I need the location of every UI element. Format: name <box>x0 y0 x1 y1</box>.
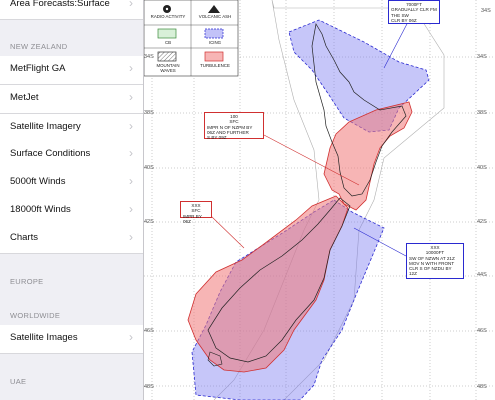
latitude-label: 42S <box>477 219 487 225</box>
sidebar: Area Forecasts:Surface › NEW ZEALAND Met… <box>0 0 144 400</box>
west-turbulence-annotation[interactable]: XXX SFC IMPR BY 06Z <box>180 201 212 224</box>
chevron-right-icon: › <box>129 146 133 160</box>
latitude-label: 38S <box>144 110 154 116</box>
section-header-new-zealand: NEW ZEALAND <box>10 42 68 51</box>
mountain-waves-icon <box>157 51 177 62</box>
sidebar-item-label: Satellite Images <box>10 332 78 343</box>
east-icing-annotation[interactable]: XXX 10000FT SW OF NZWN AT 21Z MOV N WITH… <box>406 243 464 279</box>
sidebar-item-surface-conditions[interactable]: Surface Conditions › <box>0 141 143 170</box>
legend-label-radio-activity-text: RADIO ACTIVITY <box>150 14 186 19</box>
sig-weather-chart[interactable]: RADIO ACTIVITY VOLCANIC ASH CB ICING MOU… <box>144 0 495 400</box>
chevron-right-icon: › <box>129 174 133 188</box>
latitude-label: 38S <box>477 110 487 116</box>
sidebar-item-area-forecasts[interactable]: Area Forecasts:Surface › <box>0 0 143 20</box>
section-header-worldwide: WORLDWIDE <box>10 311 61 320</box>
chevron-right-icon: › <box>129 0 133 10</box>
central-turbulence-annotation[interactable]: 100 SFC IMPR N OF NZPM BY 06Z AND FURTHE… <box>204 112 264 141</box>
radiation-icon <box>163 5 171 13</box>
sidebar-item-label: Charts <box>10 232 38 243</box>
chevron-right-icon: › <box>129 119 133 133</box>
annotation-text: 12Z <box>409 271 417 277</box>
annotation-text: GRADUALLY CLR FM <box>391 7 437 13</box>
sidebar-item-metflight-ga[interactable]: MetFlight GA › <box>0 56 143 85</box>
latitude-label: 34S <box>481 8 491 14</box>
sidebar-item-satellite-images[interactable]: Satellite Images › <box>0 325 143 354</box>
sidebar-item-label: 5000ft Winds <box>10 176 66 187</box>
west-connector-line <box>210 215 245 249</box>
legend-label-mountain-waves: MOUNTAIN WAVES <box>156 63 180 74</box>
chevron-right-icon: › <box>129 202 133 216</box>
sidebar-item-label: Area Forecasts:Surface <box>10 0 110 9</box>
latitude-label: 46S <box>144 328 154 334</box>
sidebar-item-label: MetFlight GA <box>10 63 66 74</box>
legend-label-cb: CB <box>164 40 172 45</box>
cb-icon <box>157 28 177 39</box>
legend-label-turbulence: TURBULENCE <box>200 63 230 68</box>
chart-canvas <box>144 0 495 400</box>
legend-label-icing: ICING <box>208 40 222 45</box>
latitude-label: 34S <box>144 54 154 60</box>
latitude-label: 42S <box>144 219 154 225</box>
north-icing-annotation[interactable]: 7000FT GRADUALLY CLR FM THE SW CLR BY 06… <box>388 0 440 24</box>
chevron-right-icon: › <box>129 61 133 75</box>
sidebar-item-satellite-imagery[interactable]: Satellite Imagery › <box>0 114 143 143</box>
sidebar-item-charts[interactable]: Charts › <box>0 225 143 254</box>
sidebar-item-metjet[interactable]: MetJet › <box>0 85 143 114</box>
icing-icon <box>204 28 224 39</box>
latitude-label: 40S <box>144 165 154 171</box>
sidebar-item-label: Satellite Imagery <box>10 121 81 132</box>
chevron-right-icon: › <box>129 90 133 104</box>
annotation-text: S BY 09Z <box>207 135 227 141</box>
latitude-label: 44S <box>477 272 487 278</box>
sidebar-item-5000ft-winds[interactable]: 5000ft Winds › <box>0 169 143 198</box>
turbulence-icon <box>204 51 224 62</box>
latitude-label: 40S <box>477 165 487 171</box>
annotation-text: CLR BY 06Z <box>391 17 417 23</box>
latitude-label: 48S <box>477 384 487 390</box>
sidebar-item-18000ft-winds[interactable]: 18000ft Winds › <box>0 197 143 226</box>
turbulence-area-north[interactable] <box>323 101 413 211</box>
chevron-right-icon: › <box>129 230 133 244</box>
section-header-europe: EUROPE <box>10 277 44 286</box>
latitude-label: 34S <box>477 54 487 60</box>
chevron-right-icon: › <box>129 330 133 344</box>
section-header-uae: UAE <box>10 377 27 386</box>
latitude-label: 48S <box>144 384 154 390</box>
legend-label-volcanic-ash: VOLCANIC ASH <box>198 14 232 19</box>
annotation-text: IMPR BY 06Z <box>183 213 202 224</box>
latitude-label: 46S <box>477 328 487 334</box>
sidebar-item-label: MetJet <box>10 92 39 103</box>
sidebar-item-label: 18000ft Winds <box>10 204 71 215</box>
sidebar-item-label: Surface Conditions <box>10 148 91 159</box>
